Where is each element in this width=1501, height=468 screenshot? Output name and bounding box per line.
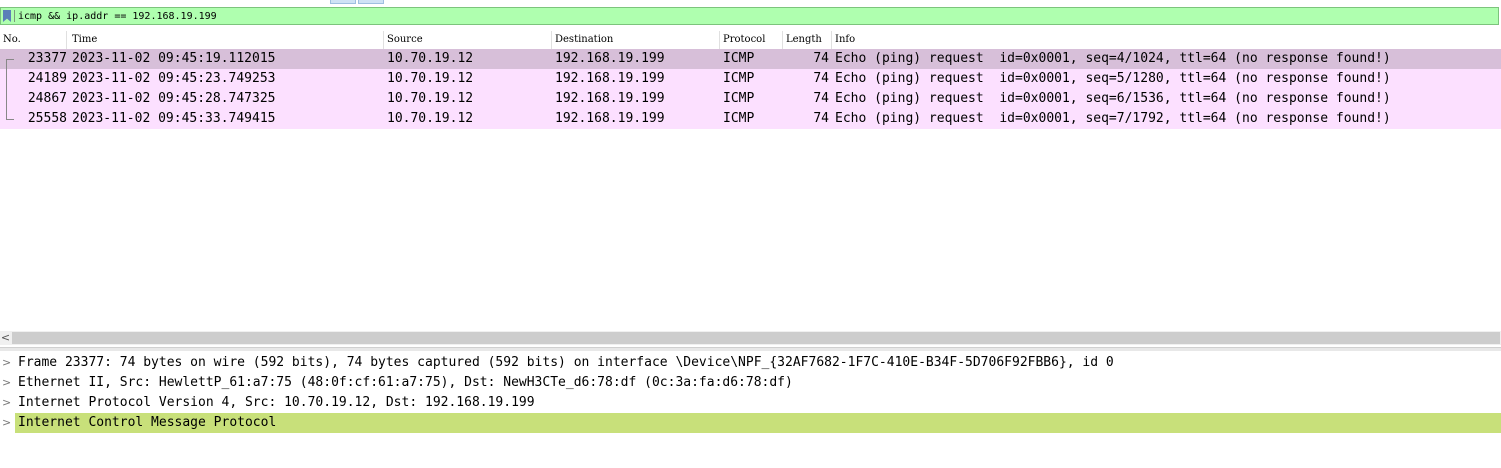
packet-length: 74	[813, 111, 829, 126]
divider	[14, 10, 15, 22]
detail-item-ipv4[interactable]: > Internet Protocol Version 4, Src: 10.7…	[0, 393, 1501, 413]
packet-protocol: ICMP	[723, 111, 755, 126]
packet-length: 74	[813, 51, 829, 66]
packet-protocol: ICMP	[723, 71, 755, 86]
packet-info: Echo (ping) request id=0x0001, seq=4/102…	[835, 51, 1391, 66]
chevron-right-icon[interactable]: >	[2, 373, 12, 393]
display-filter-bar	[0, 7, 1499, 25]
packet-info: Echo (ping) request id=0x0001, seq=6/153…	[835, 91, 1391, 106]
packet-source: 10.70.19.12	[387, 71, 474, 86]
horizontal-scrollbar[interactable]: <	[0, 331, 1501, 345]
packet-list-header: No. Time Source Destination Protocol Len…	[0, 31, 1501, 50]
toolbar-button[interactable]	[330, 0, 356, 4]
column-header-info[interactable]: Info	[832, 31, 1501, 49]
packet-info: Echo (ping) request id=0x0001, seq=5/128…	[835, 71, 1391, 86]
detail-item-icmp[interactable]: > Internet Control Message Protocol	[0, 413, 1501, 433]
packet-row[interactable]: 25558 2023-11-02 09:45:33.749415 10.70.1…	[0, 109, 1501, 129]
detail-item-label: Internet Control Message Protocol	[15, 413, 1501, 433]
display-filter-input[interactable]	[18, 8, 1488, 24]
toolbar-button[interactable]	[358, 0, 384, 4]
packet-time: 2023-11-02 09:45:23.749253	[72, 71, 276, 86]
toolbar-remnant	[0, 0, 1501, 6]
detail-item-label: Ethernet II, Src: HewlettP_61:a7:75 (48:…	[18, 375, 793, 390]
chevron-right-icon[interactable]: >	[2, 393, 12, 413]
chevron-right-icon[interactable]: >	[2, 353, 12, 373]
chevron-right-icon[interactable]: >	[2, 413, 12, 433]
packet-no: 23377	[27, 51, 67, 66]
packet-destination: 192.168.19.199	[555, 71, 665, 86]
packet-time: 2023-11-02 09:45:33.749415	[72, 111, 276, 126]
packet-no: 24189	[27, 71, 67, 86]
pane-splitter[interactable]	[0, 347, 1501, 351]
column-header-protocol[interactable]: Protocol	[720, 31, 783, 49]
column-header-length[interactable]: Length	[783, 31, 832, 49]
detail-item-label: Internet Protocol Version 4, Src: 10.70.…	[18, 395, 535, 410]
packet-destination: 192.168.19.199	[555, 111, 665, 126]
bookmark-icon[interactable]	[3, 10, 11, 22]
packet-info: Echo (ping) request id=0x0001, seq=7/179…	[835, 111, 1391, 126]
column-header-no[interactable]: No.	[0, 31, 67, 49]
packet-time: 2023-11-02 09:45:19.112015	[72, 51, 276, 66]
packet-row[interactable]: 24189 2023-11-02 09:45:23.749253 10.70.1…	[0, 69, 1501, 89]
packet-destination: 192.168.19.199	[555, 51, 665, 66]
packet-time: 2023-11-02 09:45:28.747325	[72, 91, 276, 106]
packet-source: 10.70.19.12	[387, 51, 474, 66]
column-header-source[interactable]: Source	[384, 31, 552, 49]
packet-length: 74	[813, 71, 829, 86]
packet-row[interactable]: 24867 2023-11-02 09:45:28.747325 10.70.1…	[0, 89, 1501, 109]
packet-source: 10.70.19.12	[387, 91, 474, 106]
packet-destination: 192.168.19.199	[555, 91, 665, 106]
packet-source: 10.70.19.12	[387, 111, 474, 126]
detail-item-ethernet[interactable]: > Ethernet II, Src: HewlettP_61:a7:75 (4…	[0, 373, 1501, 393]
packet-protocol: ICMP	[723, 51, 755, 66]
packet-no: 24867	[27, 91, 67, 106]
packet-row[interactable]: 23377 2023-11-02 09:45:19.112015 10.70.1…	[0, 49, 1501, 70]
detail-item-frame[interactable]: > Frame 23377: 74 bytes on wire (592 bit…	[0, 353, 1501, 373]
packet-length: 74	[813, 91, 829, 106]
scroll-left-icon[interactable]: <	[0, 331, 11, 345]
scrollbar-thumb[interactable]	[12, 332, 1500, 344]
packet-list: No. Time Source Destination Protocol Len…	[0, 31, 1501, 331]
packet-no: 25558	[27, 111, 67, 126]
detail-item-label: Frame 23377: 74 bytes on wire (592 bits)…	[18, 355, 1114, 370]
column-header-time[interactable]: Time	[69, 31, 384, 49]
column-header-destination[interactable]: Destination	[552, 31, 720, 49]
packet-protocol: ICMP	[723, 91, 755, 106]
packet-details: > Frame 23377: 74 bytes on wire (592 bit…	[0, 352, 1501, 468]
